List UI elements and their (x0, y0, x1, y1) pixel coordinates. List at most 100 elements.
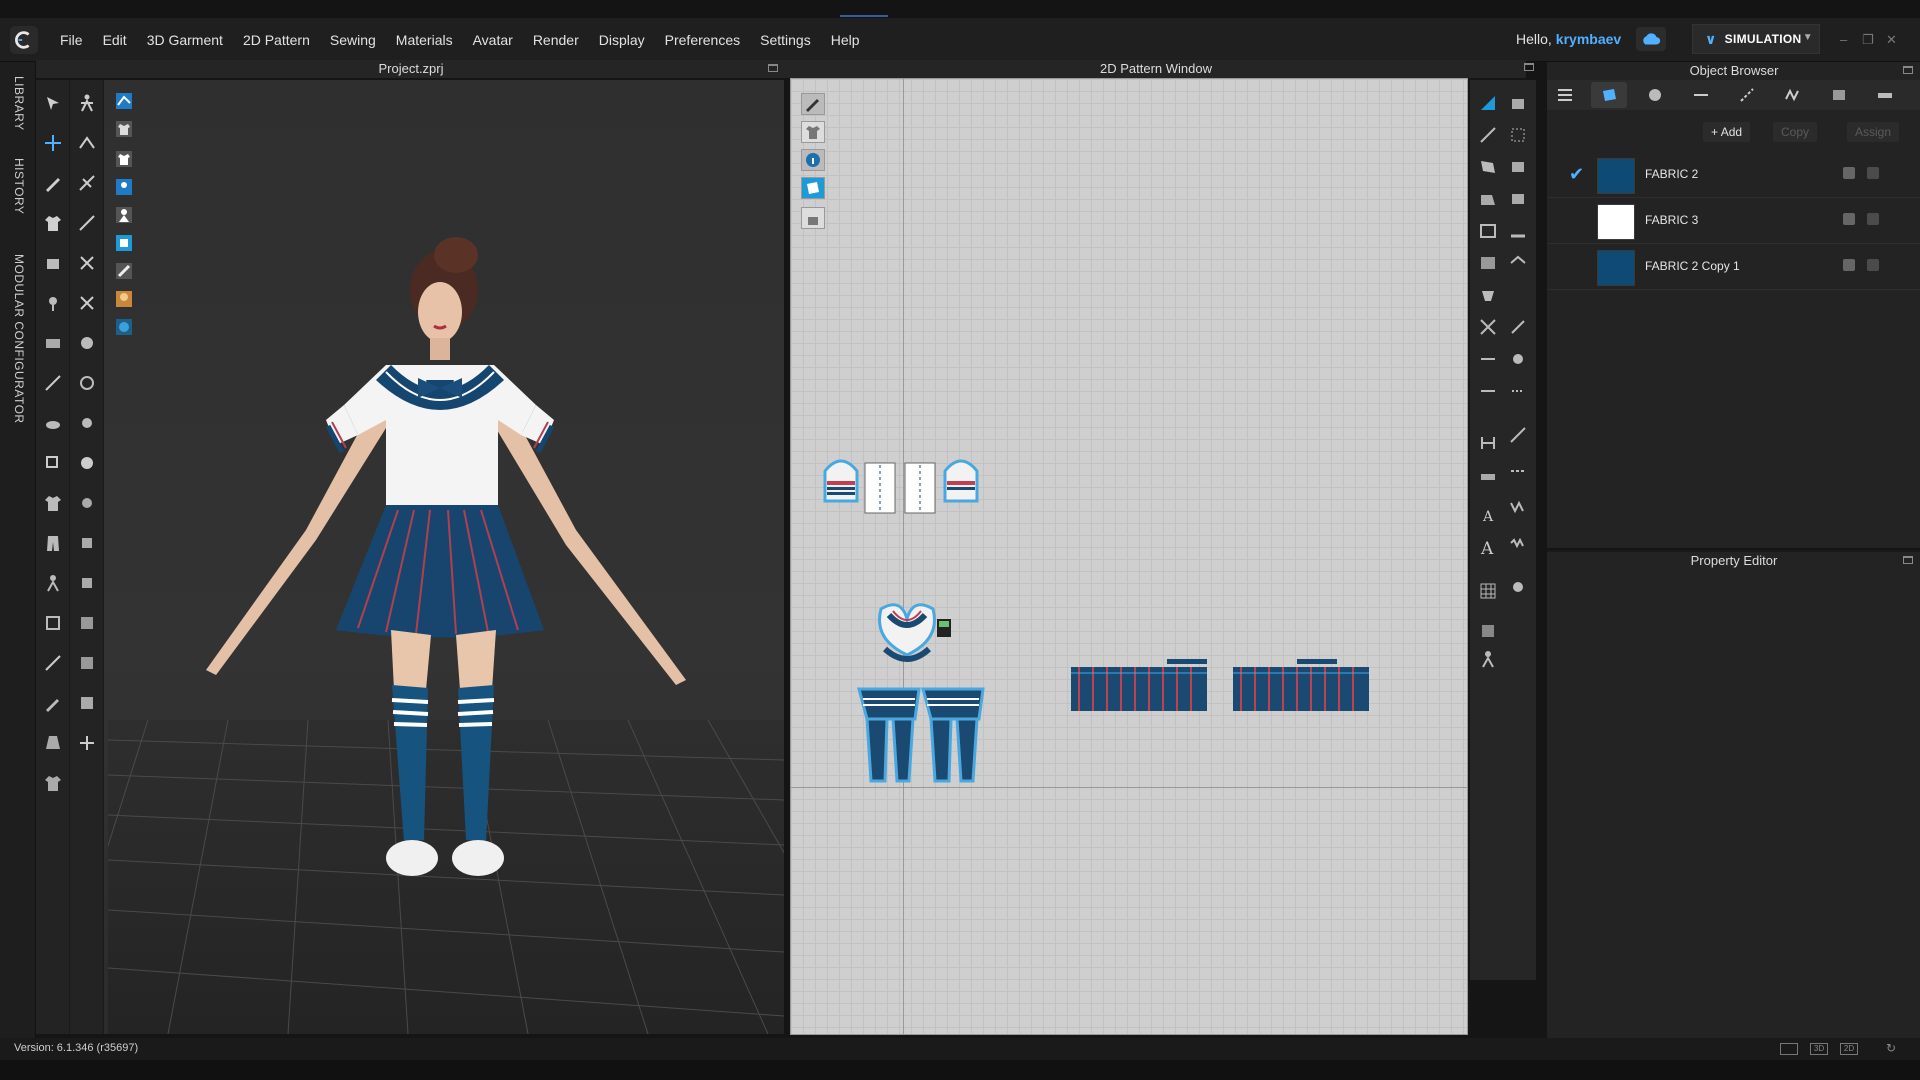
edit-point-icon[interactable] (1476, 124, 1500, 146)
polygon-icon[interactable] (1476, 156, 1500, 178)
simulation-mode-button[interactable]: ∨ SIMULATION ▼ (1692, 24, 1820, 54)
rail-history-tab[interactable]: HISTORY (12, 158, 26, 214)
garment-icon[interactable] (41, 212, 65, 234)
fabric-list-item[interactable]: ✔ FABRIC 2 (1547, 152, 1920, 198)
viewport-3d[interactable] (36, 80, 784, 1034)
sew-tool-icon[interactable] (75, 132, 99, 154)
fabric-lock-icon[interactable] (1867, 259, 1879, 271)
display-avatar-blue-icon[interactable] (112, 176, 136, 198)
gradient-tool-icon[interactable] (75, 692, 99, 714)
layout-split-icon[interactable] (1780, 1043, 1798, 1055)
graphic-tool-icon[interactable] (75, 612, 99, 634)
pattern-brush-icon[interactable] (801, 93, 825, 115)
assign-fabric-button[interactable]: Assign (1847, 122, 1900, 142)
restore-icon[interactable]: ❐ (1862, 32, 1874, 48)
measure-2d-icon[interactable] (1476, 432, 1500, 454)
skirt-pattern-pieces[interactable] (1071, 659, 1391, 719)
internal-polygon-icon[interactable] (1506, 188, 1530, 210)
edit-curve-point-icon[interactable] (1506, 124, 1530, 146)
pin-tool-icon[interactable] (41, 292, 65, 314)
display-shirt-icon[interactable] (112, 148, 136, 170)
graphic-tab-icon[interactable] (1821, 82, 1857, 108)
shirt-pattern-pieces[interactable] (821, 451, 981, 521)
check-sew-icon[interactable] (1506, 348, 1530, 370)
rectangle-icon[interactable] (1506, 156, 1530, 178)
measure-tool-icon[interactable] (41, 372, 65, 394)
pants-tool-icon[interactable] (41, 532, 65, 554)
fold-arrange-icon[interactable] (75, 492, 99, 514)
hanger-tool-icon[interactable] (41, 412, 65, 434)
select-mesh-icon[interactable] (41, 452, 65, 474)
sew-2d-icon[interactable] (1476, 316, 1500, 338)
fabric-edit-icon[interactable] (1843, 259, 1855, 271)
menu-3d-garment[interactable]: 3D Garment (137, 32, 233, 48)
pattern-canvas[interactable] (790, 78, 1468, 1035)
rail-library-tab[interactable]: LIBRARY (12, 76, 26, 131)
fit-tool-icon[interactable] (41, 772, 65, 794)
view-2d-icon[interactable]: 2D (1840, 1043, 1858, 1055)
display-garment-icon[interactable] (112, 118, 136, 140)
menu-render[interactable]: Render (523, 32, 589, 48)
ruler-icon[interactable] (1476, 466, 1500, 488)
list-view-icon[interactable] (1547, 82, 1583, 108)
menu-avatar[interactable]: Avatar (463, 32, 523, 48)
topstitch-tab-icon[interactable] (1729, 82, 1765, 108)
seam-allowance-icon[interactable] (1506, 252, 1530, 274)
ellipse-icon[interactable] (1476, 188, 1500, 210)
arrange-points-icon[interactable] (41, 612, 65, 634)
free-sew-icon[interactable] (75, 212, 99, 234)
move-tool-icon[interactable] (41, 132, 65, 154)
align-tool-icon[interactable] (75, 732, 99, 754)
rail-modular-configurator-tab[interactable]: MODULAR CONFIGURATOR (12, 254, 26, 424)
trace-icon[interactable] (1476, 220, 1500, 242)
menu-edit[interactable]: Edit (93, 32, 137, 48)
pattern-edit-icon[interactable] (1506, 92, 1530, 114)
topstitch-tool-icon[interactable] (75, 412, 99, 434)
table-icon[interactable] (1476, 580, 1500, 602)
avatar-model[interactable] (186, 230, 706, 990)
avatar-pose-icon[interactable] (41, 572, 65, 594)
pattern-shirt-icon[interactable] (801, 121, 825, 143)
fabric-edit-icon[interactable] (1843, 213, 1855, 225)
fabric-edit-icon[interactable] (1843, 167, 1855, 179)
edit-texture-icon[interactable] (75, 652, 99, 674)
pattern-info-icon[interactable] (801, 149, 825, 171)
trim-tool-icon[interactable] (75, 532, 99, 554)
button-tab-icon[interactable] (1637, 82, 1673, 108)
menu-2d-pattern[interactable]: 2D Pattern (233, 32, 320, 48)
app-logo-icon[interactable] (10, 26, 38, 54)
fabric-tab-icon[interactable] (1591, 82, 1627, 108)
buttonhole-tab-icon[interactable] (1683, 82, 1719, 108)
dropdown-arrow-icon[interactable]: ▼ (1803, 32, 1813, 43)
display-environment-icon[interactable] (112, 316, 136, 338)
button-tool-icon[interactable] (75, 332, 99, 354)
pattern-transform-icon[interactable] (1476, 92, 1500, 114)
fabric-list-item[interactable]: FABRIC 3 (1547, 198, 1920, 244)
menu-help[interactable]: Help (821, 32, 870, 48)
display-texture-icon[interactable] (112, 260, 136, 282)
transform-tool-icon[interactable] (41, 92, 65, 114)
line-measure-icon[interactable] (1506, 424, 1530, 446)
dart-icon[interactable] (1506, 220, 1530, 242)
minimize-icon[interactable]: – (1840, 32, 1847, 47)
menu-display[interactable]: Display (589, 32, 655, 48)
add-fabric-button[interactable]: + Add (1703, 122, 1751, 142)
fabric-lock-icon[interactable] (1867, 167, 1879, 179)
segment-sew-2d-icon[interactable] (1506, 316, 1530, 338)
segment-sew-icon[interactable] (75, 172, 99, 194)
pattern-fabric-icon[interactable] (801, 177, 825, 199)
shirt-tool-icon[interactable] (41, 492, 65, 514)
fold-2d-icon[interactable] (1506, 380, 1530, 402)
select-avatar-icon[interactable] (75, 92, 99, 114)
pattern-window-popout-icon[interactable] (1524, 63, 1534, 71)
view-3d-icon[interactable]: 3D (1810, 1043, 1828, 1055)
fold-tool-icon[interactable] (41, 252, 65, 274)
display-fabric-icon[interactable] (112, 90, 136, 112)
display-skin-icon[interactable] (112, 288, 136, 310)
zigzag-icon[interactable] (1506, 496, 1530, 518)
texture-tool-icon[interactable] (75, 572, 99, 594)
menu-preferences[interactable]: Preferences (655, 32, 750, 48)
display-avatar-icon[interactable] (112, 204, 136, 226)
cloud-sync-button[interactable] (1636, 27, 1666, 51)
circumference-icon[interactable] (1506, 460, 1530, 482)
